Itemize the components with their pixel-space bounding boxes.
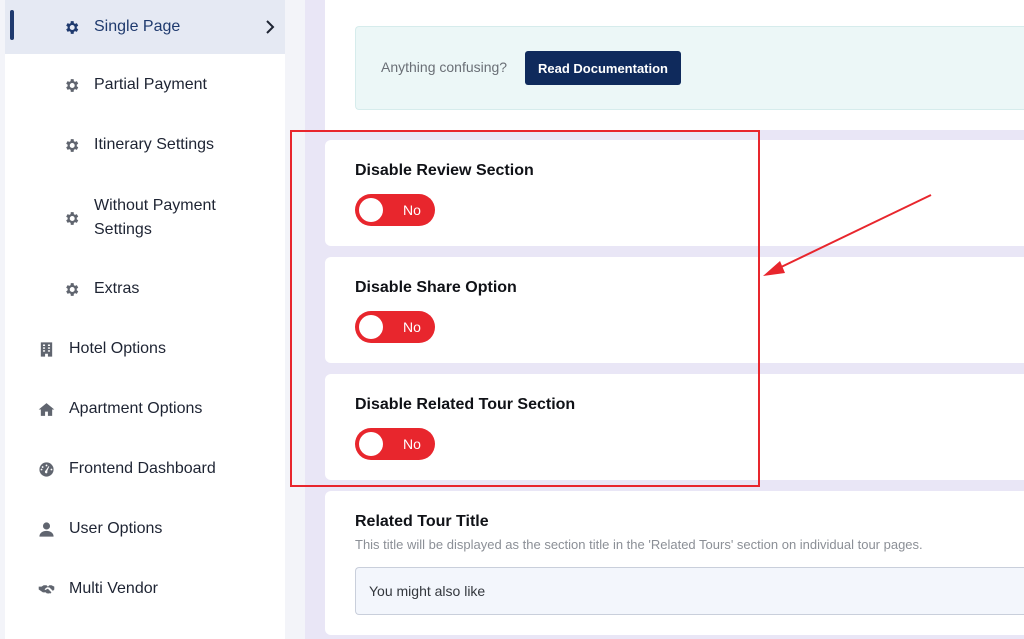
sidebar-item-label: Single Page [94,18,181,35]
notice-text: Anything confusing? [381,59,508,75]
sidebar-item-multi-vendor[interactable]: Multi Vendor [5,561,285,617]
setting-card-disable-related-tour: Disable Related Tour Section No [325,374,1024,480]
sidebar-item-label: Frontend Dashboard [69,460,216,477]
dashboard-icon [38,461,55,478]
building-icon [38,341,55,358]
disable-related-tour-toggle[interactable]: No [355,428,435,460]
setting-title: Disable Review Section [355,162,534,179]
sidebar-item-label: Hotel Options [69,340,166,357]
toggle-knob [359,315,383,339]
disable-review-toggle[interactable]: No [355,194,435,226]
sidebar-item-label: Multi Vendor [69,580,158,597]
active-indicator [10,10,14,40]
documentation-card: Anything confusing? Read Documentation [325,0,1024,130]
gear-icon [63,137,80,154]
setting-title: Disable Share Option [355,279,517,296]
sidebar-item-partial-payment[interactable]: Partial Payment [5,57,285,113]
setting-card-related-tour-title: Related Tour Title This title will be di… [325,491,1024,635]
sidebar-item-user-options[interactable]: User Options [5,501,285,557]
chevron-right-icon [265,20,275,34]
home-icon [38,401,55,418]
gear-icon [63,210,80,227]
sidebar-item-label: Extras [94,280,140,297]
sidebar-item-frontend-dashboard[interactable]: Frontend Dashboard [5,441,285,497]
field-description: This title will be displayed as the sect… [355,537,923,552]
sidebar-item-extras[interactable]: Extras [5,261,285,317]
documentation-notice: Anything confusing? Read Documentation [355,26,1024,110]
sidebar-item-label: Itinerary Settings [94,136,215,153]
settings-sidebar: Single Page Partial Payment Itinerary Se… [0,0,305,639]
sidebar-item-itinerary-settings[interactable]: Itinerary Settings [5,117,285,173]
read-documentation-button[interactable]: Read Documentation [525,51,681,85]
toggle-knob [359,198,383,222]
sidebar-item-label: Partial Payment [94,76,207,93]
sidebar-item-label-line: Without Payment [94,197,216,214]
toggle-state-text: No [403,436,421,452]
gear-icon [63,19,80,36]
gear-icon [63,281,80,298]
sidebar-item-single-page[interactable]: Single Page [5,0,285,54]
toggle-knob [359,432,383,456]
sidebar-item-label-line: Settings [94,221,152,238]
setting-card-disable-review: Disable Review Section No [325,140,1024,246]
user-icon [38,521,55,538]
related-tour-title-input[interactable] [355,567,1024,615]
toggle-state-text: No [403,319,421,335]
handshake-icon [38,581,55,598]
toggle-state-text: No [403,202,421,218]
sidebar-item-without-payment-settings[interactable]: Without Payment Settings [5,182,285,254]
setting-title: Disable Related Tour Section [355,396,576,413]
field-label: Related Tour Title [355,513,489,530]
settings-main: Anything confusing? Read Documentation D… [305,0,1024,639]
sidebar-item-apartment-options[interactable]: Apartment Options [5,381,285,437]
disable-share-toggle[interactable]: No [355,311,435,343]
setting-card-disable-share: Disable Share Option No [325,257,1024,363]
sidebar-item-label: Without Payment Settings [94,194,216,242]
gear-icon [63,77,80,94]
sidebar-item-hotel-options[interactable]: Hotel Options [5,321,285,377]
sidebar-item-label: User Options [69,520,163,537]
sidebar-item-label: Apartment Options [69,400,203,417]
